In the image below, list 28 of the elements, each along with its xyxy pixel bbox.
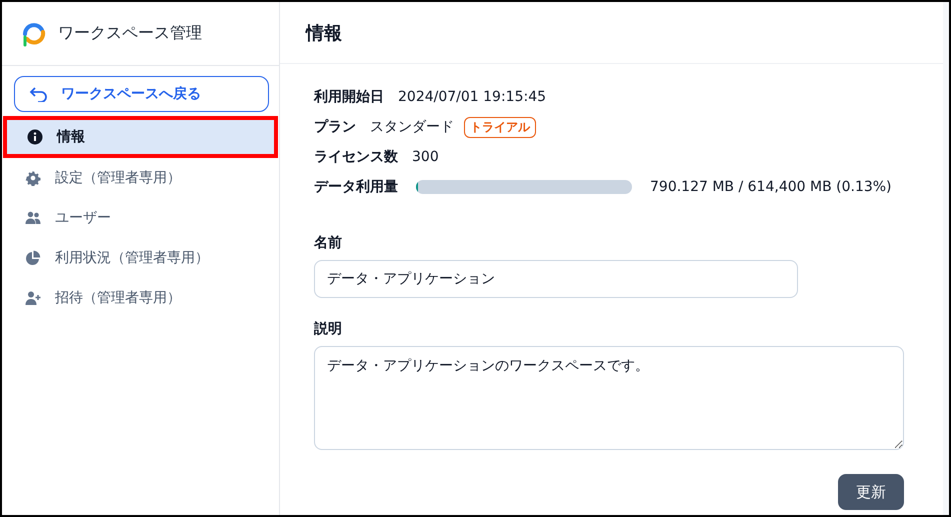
update-button[interactable]: 更新 [838, 474, 904, 510]
sidebar-item[interactable]: 利用状況（管理者専用） [3, 238, 278, 278]
name-label: 名前 [314, 234, 343, 252]
users-icon [25, 210, 41, 226]
description-label: 説明 [314, 320, 343, 338]
sidebar-item[interactable]: 情報 [3, 116, 278, 158]
sidebar-item[interactable]: 設定（管理者専用） [3, 158, 278, 198]
sidebar-item[interactable]: 招待（管理者専用） [3, 278, 278, 318]
info-label: 利用開始日 [314, 88, 384, 106]
sidebar-item[interactable]: ユーザー [3, 198, 278, 238]
info-value: スタンダード [370, 118, 454, 136]
info-icon [27, 129, 43, 145]
info-value: 790.127 MB / 614,400 MB (0.13%) [650, 179, 892, 195]
settings-icon [25, 170, 41, 186]
info-label: ライセンス数 [314, 148, 398, 166]
pie-chart-icon [25, 250, 41, 266]
info-value: 300 [412, 149, 439, 165]
back-button[interactable]: ワークスペースへ戻る [14, 76, 269, 112]
name-field[interactable]: データ・アプリケーション [314, 260, 798, 298]
info-value: 2024/07/01 19:15:45 [398, 89, 546, 105]
add-user-icon [25, 290, 41, 306]
return-arrow-icon [29, 86, 49, 102]
description-field[interactable]: データ・アプリケーションのワークスペースです。 [314, 346, 904, 450]
info-label: プラン [314, 118, 356, 136]
plan-badge: トライアル [464, 116, 536, 138]
info-label: データ利用量 [314, 178, 398, 196]
app-title: ワークスペース管理 [58, 23, 202, 44]
page-title: 情報 [306, 22, 342, 44]
